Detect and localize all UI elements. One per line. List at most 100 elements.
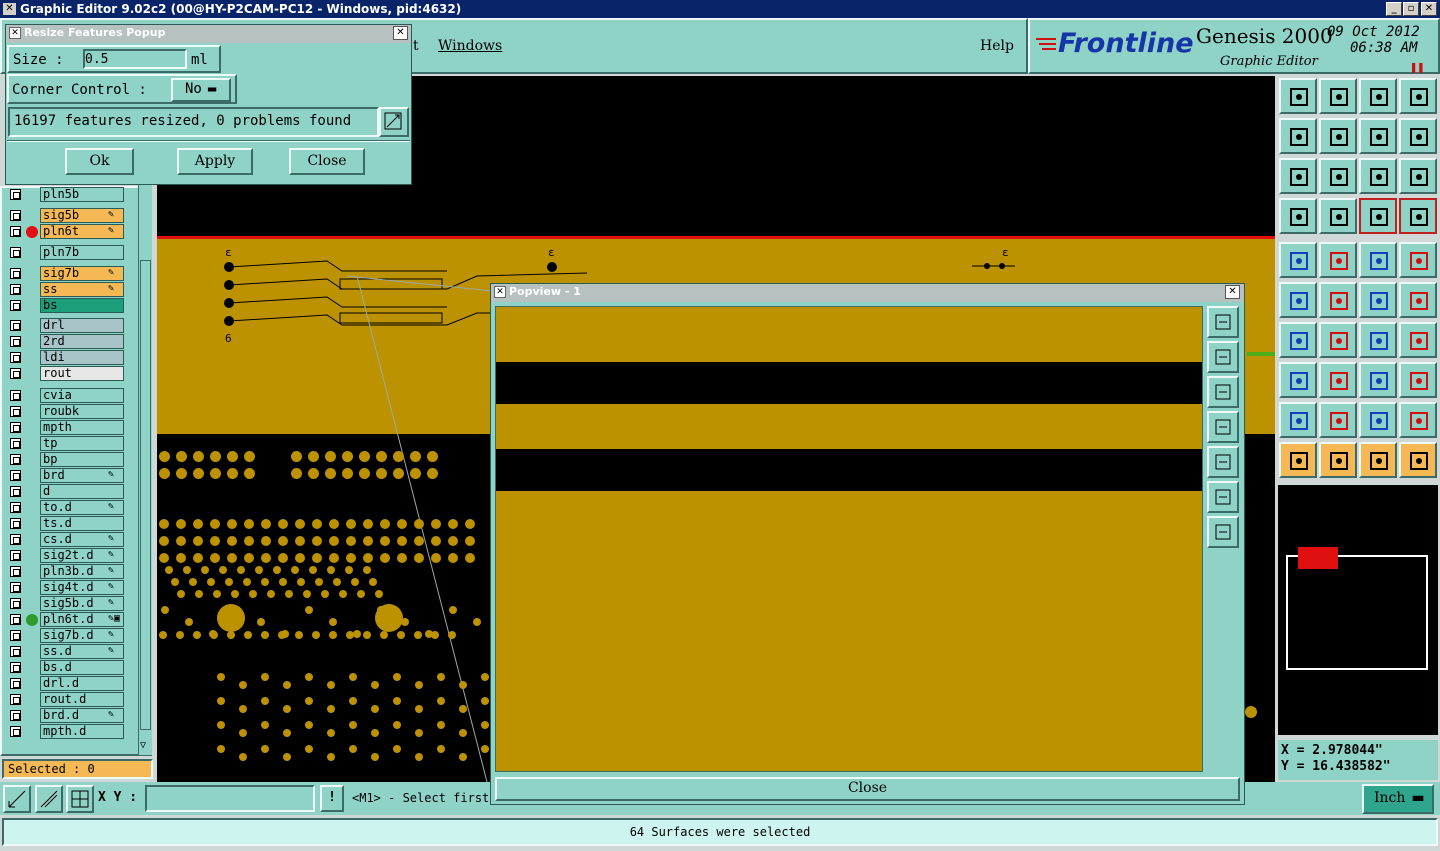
pv-down-icon[interactable] <box>1207 376 1239 408</box>
layer-row[interactable]: sig7b ✎ <box>8 266 124 281</box>
layer-name[interactable]: ldi <box>40 350 124 365</box>
triangle-del-icon[interactable] <box>1399 402 1437 438</box>
popview-menu-icon[interactable]: ✕ <box>494 286 506 298</box>
xy-input[interactable] <box>145 785 315 812</box>
layer-checkbox[interactable] <box>10 422 21 433</box>
menu-item-help[interactable]: Help <box>980 38 1014 54</box>
report-icon[interactable] <box>379 107 409 137</box>
layer-checkbox[interactable] <box>10 502 21 513</box>
layer-checkbox[interactable] <box>10 300 21 311</box>
layer-checkbox[interactable] <box>10 662 21 673</box>
layer-checkbox[interactable] <box>10 336 21 347</box>
layer-checkbox[interactable] <box>10 390 21 401</box>
scale-1to1-icon[interactable] <box>1359 158 1397 194</box>
layer-checkbox[interactable] <box>10 614 21 625</box>
menu-item-windows[interactable]: Windows <box>438 38 502 54</box>
layer-checkbox[interactable] <box>10 247 21 258</box>
measure-icon[interactable] <box>1359 242 1397 278</box>
pan-left-icon[interactable] <box>1279 118 1317 154</box>
zoom-home-icon[interactable] <box>1319 78 1357 114</box>
layer-name[interactable]: bp <box>40 452 124 467</box>
fit-center-icon[interactable] <box>1319 158 1357 194</box>
window-split-icon[interactable] <box>1399 78 1437 114</box>
unit-selector[interactable]: Inch ▬ <box>1362 784 1434 814</box>
layer-display-icon[interactable] <box>1359 198 1397 234</box>
layer-row[interactable]: rout <box>8 366 124 381</box>
layer-row[interactable]: mpth.d <box>8 724 124 739</box>
layer-name[interactable]: 2rd <box>40 334 124 349</box>
layer-checkbox[interactable] <box>10 284 21 295</box>
layer-row[interactable]: brd.d ✎ <box>8 708 124 723</box>
layer-checkbox[interactable] <box>10 550 21 561</box>
layer-name[interactable]: mpth.d <box>40 724 124 739</box>
line-add-icon[interactable] <box>1359 282 1397 318</box>
layer-row[interactable]: brd ✎ <box>8 468 124 483</box>
layer-name[interactable]: rout.d <box>40 692 124 707</box>
layer-row[interactable]: drl <box>8 318 124 333</box>
help-icon[interactable] <box>1399 158 1437 194</box>
menu-item-partial[interactable]: t <box>413 38 419 54</box>
layer-row[interactable]: mpth <box>8 420 124 435</box>
layer-row[interactable]: pln6t ✎ <box>8 224 124 239</box>
angle-icon[interactable] <box>1279 322 1317 358</box>
scroll-thumb[interactable] <box>140 260 151 730</box>
grid-icon[interactable] <box>66 785 94 813</box>
layer-display-alt-icon[interactable] <box>1399 198 1437 234</box>
pv-right-icon[interactable] <box>1207 446 1239 478</box>
corner-select[interactable]: No ▬ <box>171 78 231 102</box>
layer-name[interactable]: drl.d <box>40 676 124 691</box>
home-icon[interactable] <box>1359 78 1397 114</box>
pan-right-icon[interactable] <box>1319 118 1357 154</box>
layer-name[interactable]: mpth <box>40 420 124 435</box>
layer-name[interactable]: pln7b <box>40 245 124 260</box>
layer-name[interactable]: drl <box>40 318 124 333</box>
layer-row[interactable]: rout.d <box>8 692 124 707</box>
layer-checkbox[interactable] <box>10 518 21 529</box>
pv-up-icon[interactable] <box>1207 341 1239 373</box>
layer-row[interactable]: bs <box>8 298 124 313</box>
zoom-fit-icon[interactable] <box>3 785 31 813</box>
popview-close-button[interactable]: Close <box>495 777 1240 801</box>
layer-checkbox[interactable] <box>10 470 21 481</box>
layer-checkbox[interactable] <box>10 268 21 279</box>
layer-row[interactable]: cs.d ✎ <box>8 532 124 547</box>
layer-checkbox[interactable] <box>10 368 21 379</box>
layer-row[interactable]: bs.d <box>8 660 124 675</box>
layer-checkbox[interactable] <box>10 438 21 449</box>
layer-checkbox[interactable] <box>10 406 21 417</box>
layer-row[interactable]: drl.d <box>8 676 124 691</box>
layer-checkbox[interactable] <box>10 226 21 237</box>
triangle-add-icon[interactable] <box>1319 402 1357 438</box>
pad-icon[interactable] <box>1399 242 1437 278</box>
overview-map[interactable] <box>1278 485 1438 735</box>
layer-row[interactable]: sig7b.d ✎ <box>8 628 124 643</box>
layer-checkbox[interactable] <box>10 566 21 577</box>
triangle-edit-icon[interactable] <box>1359 402 1397 438</box>
layer-row[interactable]: ss ✎ <box>8 282 124 297</box>
layer-checkbox[interactable] <box>10 710 21 721</box>
layer-name[interactable]: bs <box>40 298 124 313</box>
select-pad-icon[interactable] <box>1279 242 1317 278</box>
layer-name[interactable]: cvia <box>40 388 124 403</box>
minimize-button[interactable]: _ <box>1386 2 1402 16</box>
layer-name[interactable]: pln5b <box>40 187 124 202</box>
layer-row[interactable]: roubk <box>8 404 124 419</box>
layer-checkbox[interactable] <box>10 454 21 465</box>
pv-center-icon[interactable] <box>1207 516 1239 548</box>
layer-row[interactable]: pln5b <box>8 187 124 202</box>
layer-row[interactable]: bp <box>8 452 124 467</box>
layer-checkbox[interactable] <box>10 486 21 497</box>
layer-checkbox[interactable] <box>10 694 21 705</box>
resize-popup-menu-icon[interactable]: ✕ <box>9 27 21 39</box>
layer-row[interactable]: pln7b <box>8 245 124 260</box>
layer-checkbox[interactable] <box>10 598 21 609</box>
pv-fit-icon[interactable] <box>1207 481 1239 513</box>
layer-checkbox[interactable] <box>10 534 21 545</box>
size-input[interactable] <box>83 49 187 69</box>
pv-zoom-icon[interactable] <box>1207 306 1239 338</box>
line-icon[interactable] <box>1319 322 1357 358</box>
scroll-down-arrow-icon[interactable]: ▽ <box>140 740 146 751</box>
net-icon[interactable] <box>1399 442 1437 478</box>
layer-checkbox[interactable] <box>10 582 21 593</box>
copy-icon[interactable] <box>1399 362 1437 398</box>
